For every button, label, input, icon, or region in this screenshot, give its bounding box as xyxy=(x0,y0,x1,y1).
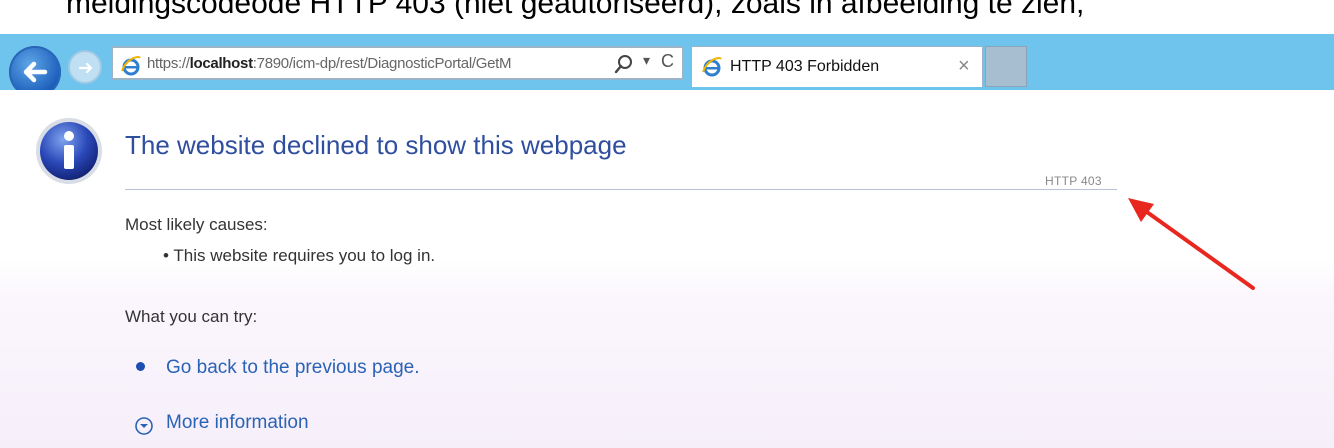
status-code: HTTP 403 xyxy=(1045,174,1102,188)
forward-button[interactable] xyxy=(68,50,102,84)
forward-arrow-icon xyxy=(78,62,93,74)
causes-heading: Most likely causes: xyxy=(125,215,268,234)
more-information-link[interactable]: More information xyxy=(166,412,309,434)
red-arrow-icon xyxy=(1128,198,1255,290)
info-icon xyxy=(36,118,102,184)
browser-toolbar: https://localhost:7890/icm-dp/rest/Diagn… xyxy=(0,34,1334,98)
address-bar[interactable]: https://localhost:7890/icm-dp/rest/Diagn… xyxy=(111,46,684,80)
tab-http-403[interactable]: HTTP 403 Forbidden × xyxy=(691,46,983,87)
back-arrow-icon xyxy=(23,61,48,83)
caption-text: meldingscodeode HTTP 403 (niet geautoris… xyxy=(66,0,1085,20)
list-item: • This website requires you to log in. xyxy=(163,246,436,265)
dropdown-icon[interactable]: ▾ xyxy=(643,52,650,69)
ie-logo-icon xyxy=(702,57,722,77)
new-tab-button[interactable] xyxy=(985,46,1027,87)
chevron-circle-icon[interactable] xyxy=(134,416,154,436)
cropped-caption-text: meldingscodeode HTTP 403 (niet geautoris… xyxy=(0,0,1334,34)
error-page: The website declined to show this webpag… xyxy=(0,90,1334,448)
ie-logo-icon xyxy=(121,56,141,76)
page-title: The website declined to show this webpag… xyxy=(125,130,627,160)
close-icon[interactable]: × xyxy=(958,55,970,78)
refresh-icon[interactable]: C xyxy=(661,51,674,72)
url-text: https://localhost:7890/icm-dp/rest/Diagn… xyxy=(147,55,512,72)
bullet-icon xyxy=(136,362,145,371)
tab-title: HTTP 403 Forbidden xyxy=(730,58,880,75)
go-back-link[interactable]: Go back to the previous page. xyxy=(166,357,420,379)
divider xyxy=(125,189,1117,190)
search-icon[interactable] xyxy=(613,53,635,75)
try-heading: What you can try: xyxy=(125,307,258,326)
